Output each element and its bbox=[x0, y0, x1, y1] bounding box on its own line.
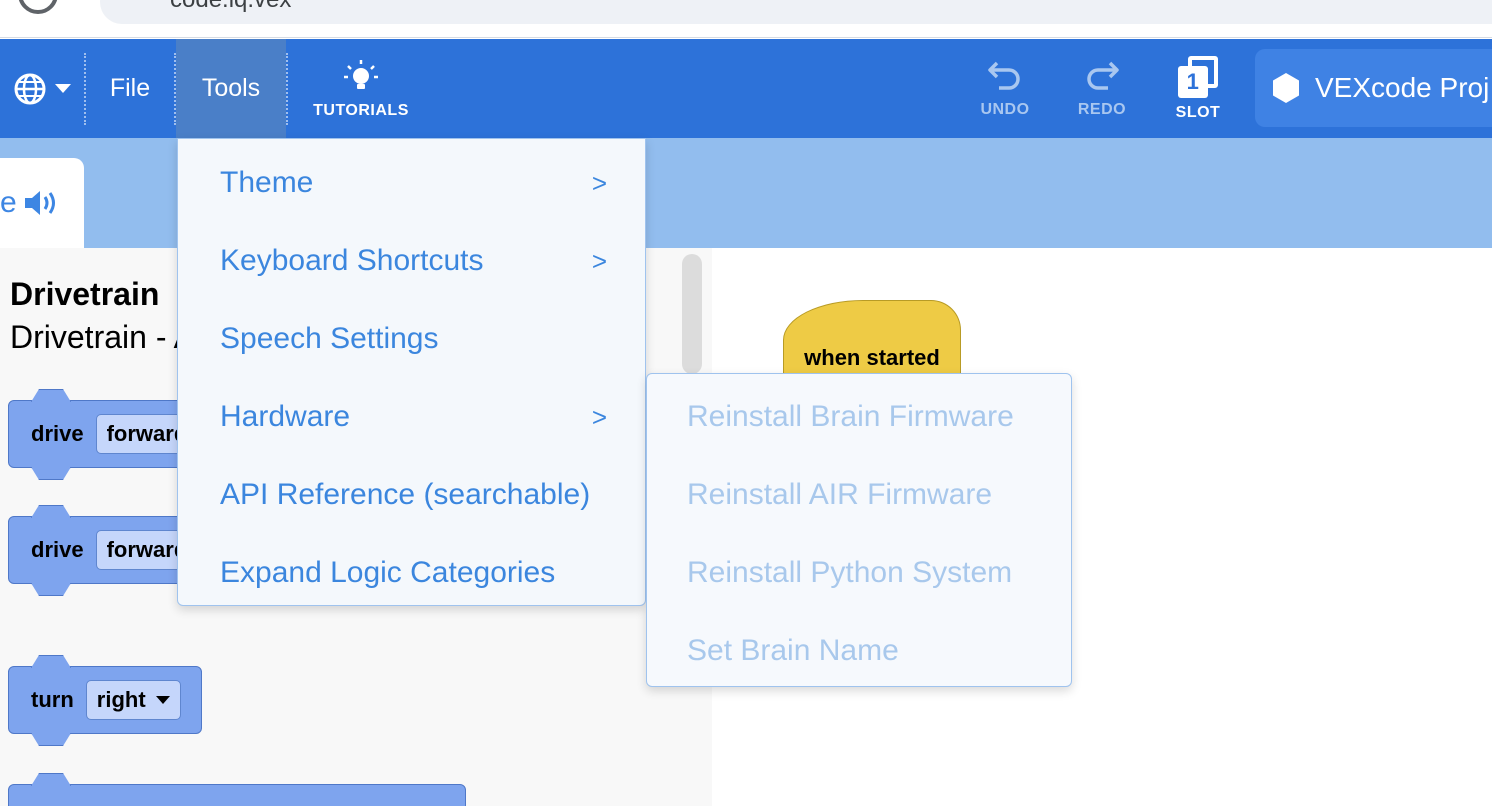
redo-label: REDO bbox=[1077, 100, 1127, 118]
lightbulb-icon bbox=[344, 59, 378, 89]
block-keyword: drive bbox=[31, 421, 84, 446]
top-toolbar: File Tools TUTORIALS UNDO REDO 1 SLOT VE… bbox=[0, 39, 1492, 138]
tools-dropdown-menu: Theme > Keyboard Shortcuts > Speech Sett… bbox=[177, 138, 646, 606]
menu-item-label: Hardware bbox=[220, 400, 351, 433]
menu-item-theme[interactable]: Theme > bbox=[178, 144, 647, 222]
hardware-submenu: Reinstall Brain Firmware Reinstall AIR F… bbox=[646, 373, 1072, 687]
speech-tab-label: e bbox=[0, 186, 17, 219]
slot-button[interactable]: 1 SLOT bbox=[1155, 39, 1241, 138]
menu-item-speech-settings[interactable]: Speech Settings bbox=[178, 300, 647, 378]
menu-item-keyboard-shortcuts[interactable]: Keyboard Shortcuts > bbox=[178, 222, 647, 300]
menu-item-set-brain-name[interactable]: Set Brain Name bbox=[647, 612, 1073, 690]
dropdown-value: forward bbox=[106, 421, 188, 446]
speech-tab[interactable]: e bbox=[0, 158, 84, 248]
palette-category-subtitle: Drivetrain - AI bbox=[10, 319, 204, 355]
menu-item-label: API Reference (searchable) bbox=[220, 478, 591, 511]
menu-item-label: Keyboard Shortcuts bbox=[220, 244, 484, 277]
palette-scrollbar[interactable] bbox=[682, 254, 702, 374]
block-keyword: turn bbox=[31, 687, 74, 712]
hexagon-icon bbox=[1273, 73, 1299, 103]
menu-item-hardware[interactable]: Hardware > bbox=[178, 378, 647, 456]
reload-icon[interactable] bbox=[18, 0, 58, 14]
file-menu-button[interactable]: File bbox=[86, 39, 174, 138]
project-name: VEXcode Proj bbox=[1315, 72, 1490, 103]
slot-icon: 1 bbox=[1178, 55, 1218, 98]
menu-item-reinstall-python-system[interactable]: Reinstall Python System bbox=[647, 534, 1073, 612]
chevron-down-icon bbox=[55, 84, 71, 93]
toolbar-divider bbox=[286, 53, 288, 125]
menu-item-reinstall-air-firmware[interactable]: Reinstall AIR Firmware bbox=[647, 456, 1073, 534]
address-bar[interactable] bbox=[100, 0, 1492, 24]
menu-item-label: Theme bbox=[220, 166, 314, 199]
dropdown-value: forward bbox=[106, 537, 188, 562]
tutorials-button[interactable]: TUTORIALS bbox=[296, 39, 426, 138]
slot-label: SLOT bbox=[1175, 103, 1221, 121]
caret-down-icon bbox=[155, 696, 170, 704]
undo-arrow-icon bbox=[988, 61, 1020, 90]
menu-item-reinstall-brain-firmware[interactable]: Reinstall Brain Firmware bbox=[647, 378, 1073, 456]
undo-label: UNDO bbox=[980, 100, 1030, 118]
slot-number: 1 bbox=[1178, 65, 1208, 98]
address-text: code.iq.vex bbox=[170, 0, 291, 14]
dropdown-value: right bbox=[96, 687, 146, 712]
globe-icon bbox=[14, 73, 46, 104]
tools-menu-button[interactable]: Tools bbox=[176, 39, 286, 138]
palette-category-title: Drivetrain bbox=[10, 276, 160, 312]
submenu-arrow-icon: > bbox=[591, 245, 607, 276]
partial-block[interactable] bbox=[8, 773, 466, 806]
redo-arrow-icon bbox=[1087, 61, 1119, 90]
menu-item-label: Speech Settings bbox=[220, 322, 439, 355]
speaker-icon bbox=[24, 191, 55, 215]
project-name-button[interactable]: VEXcode Proj bbox=[1255, 49, 1492, 127]
browser-bar: code.iq.vex bbox=[0, 0, 1492, 38]
submenu-arrow-icon: > bbox=[591, 167, 607, 198]
menu-item-api-reference[interactable]: API Reference (searchable) bbox=[178, 456, 647, 534]
menu-item-expand-logic[interactable]: Expand Logic Categories bbox=[178, 534, 647, 612]
tutorials-label: TUTORIALS bbox=[313, 101, 409, 119]
block-keyword: drive bbox=[31, 537, 84, 562]
submenu-arrow-icon: > bbox=[591, 401, 607, 432]
undo-button[interactable]: UNDO bbox=[960, 39, 1050, 138]
turn-block[interactable]: turn right bbox=[8, 655, 202, 746]
turn-direction-dropdown[interactable]: right bbox=[85, 680, 181, 720]
menu-item-label: Expand Logic Categories bbox=[220, 556, 556, 589]
redo-button[interactable]: REDO bbox=[1057, 39, 1147, 138]
language-button[interactable] bbox=[0, 39, 84, 138]
